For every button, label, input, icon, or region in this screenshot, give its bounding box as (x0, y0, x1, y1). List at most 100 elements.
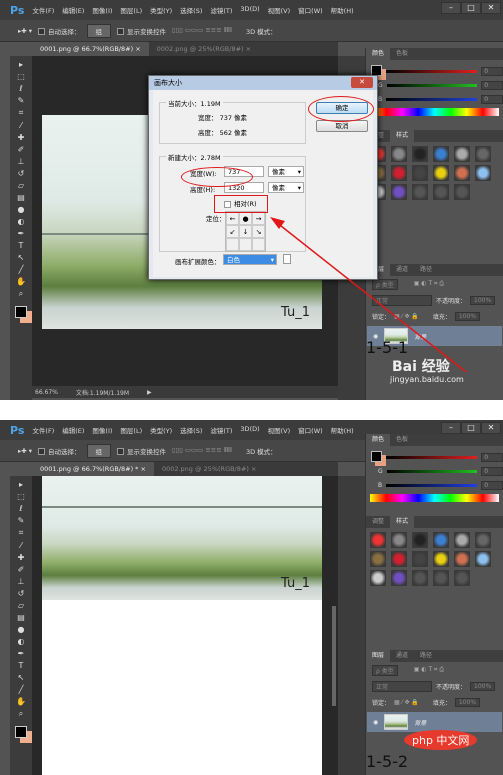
channel-value[interactable]: 0 (481, 466, 503, 476)
filter-icons[interactable]: ▣ ◐ T ⌗ ⎙ (414, 666, 444, 674)
pen-icon[interactable]: ✒ (18, 649, 25, 658)
style-swatch[interactable] (412, 551, 428, 567)
style-swatch[interactable] (391, 532, 407, 548)
foreground-color[interactable] (15, 726, 27, 738)
menu-item[interactable]: 图层(L) (120, 425, 142, 435)
style-swatch[interactable] (475, 532, 491, 548)
channel-value[interactable]: 0 (481, 452, 503, 462)
styles-grid (366, 528, 503, 590)
channel-slider[interactable] (386, 483, 478, 487)
type-icon[interactable]: T (19, 661, 24, 670)
tab-0001[interactable]: 0001.png @ 66.7%(RGB/8#) * × (32, 462, 154, 476)
color-spectrum[interactable] (370, 494, 499, 502)
style-swatch[interactable] (412, 532, 428, 548)
color-panel-tabs: 颜色 色板 (366, 434, 503, 446)
history-brush-icon[interactable]: ↺ (18, 589, 25, 598)
figure-caption: 1-5-2 (366, 752, 409, 771)
styles-panel-tabs: 调整 样式 (366, 516, 503, 528)
tab-0002[interactable]: 0002.png @ 25%(RGB/8#) × (154, 462, 264, 476)
style-swatch[interactable] (454, 570, 470, 586)
style-swatch[interactable] (391, 551, 407, 567)
style-swatch[interactable] (433, 532, 449, 548)
blend-mode-select[interactable]: 正常 (372, 680, 432, 692)
channel-slider[interactable] (386, 455, 478, 459)
mode3d-label: 3D 模式： (245, 447, 277, 456)
zoom-icon[interactable]: ⌕ (19, 709, 23, 719)
auto-select-checkbox[interactable]: 自动选择： (38, 446, 81, 456)
gradient-icon[interactable]: ▤ (17, 613, 25, 622)
style-swatch[interactable] (433, 551, 449, 567)
layer-thumbnail (384, 714, 409, 730)
close-button[interactable]: ✕ (481, 422, 501, 434)
menu-item[interactable]: 编辑(E) (62, 425, 84, 435)
figure-caption: 1-5-1 (366, 338, 409, 357)
lock-icons[interactable]: ▦ ⁄ ✥ 🔒 (394, 699, 419, 706)
minimize-button[interactable]: – (441, 422, 461, 434)
tab-label: 0002.png @ 25%(RGB/8#) (161, 465, 249, 473)
fill-input[interactable]: 100% (454, 697, 481, 707)
color-tab[interactable]: 颜色 (366, 434, 391, 446)
layer-background[interactable]: ◉ 背景 (367, 712, 502, 732)
channel-g: G0 (366, 464, 503, 478)
move-tool-icon[interactable]: ▸ (19, 480, 23, 489)
menu-item[interactable]: 选择(S) (180, 425, 202, 435)
path-select-icon[interactable]: ↖ (18, 673, 25, 682)
channel-value[interactable]: 0 (481, 480, 503, 490)
style-swatch[interactable] (454, 551, 470, 567)
marquee-icon[interactable]: ⬚ (17, 492, 25, 501)
layer-kind-select[interactable]: ρ 类型 (372, 664, 398, 676)
style-swatch[interactable] (391, 570, 407, 586)
annotation-arrow (270, 217, 467, 373)
layers-tab[interactable]: 通道 (390, 650, 414, 662)
menu-item[interactable]: 帮助(H) (331, 425, 354, 435)
vertical-scrollbar[interactable] (332, 606, 336, 706)
style-swatch[interactable] (454, 532, 470, 548)
menu-item[interactable]: 视图(V) (268, 425, 291, 435)
layers-tab[interactable]: 路径 (414, 650, 438, 662)
brush-icon[interactable]: ✐ (18, 565, 25, 574)
menu-item[interactable]: 滤镜(T) (210, 425, 232, 435)
styles-tab[interactable]: 样式 (390, 516, 415, 528)
style-swatch[interactable] (370, 570, 386, 586)
eye-icon[interactable]: ◉ (373, 719, 378, 726)
image-label: Tu_1 (281, 576, 310, 591)
dodge-icon[interactable]: ◐ (18, 637, 25, 646)
channel-b: B0 (366, 478, 503, 492)
auto-select-label: 自动选择： (48, 447, 81, 456)
crop-icon[interactable]: ⌗ (19, 528, 24, 538)
stamp-icon[interactable]: ⊥ (18, 577, 25, 586)
group-select[interactable]: 组 (86, 443, 112, 458)
menu-item[interactable]: 图像(I) (92, 425, 112, 435)
fg-bg-swatch[interactable] (371, 451, 382, 462)
opacity-input[interactable]: 100% (470, 681, 496, 691)
style-swatch[interactable] (370, 551, 386, 567)
color-tab[interactable]: 色板 (390, 434, 414, 446)
toolbar: ▸ ⬚ ℓ ✎ ⌗ ⁄ ✚ ✐ ⊥ ↺ ▱ ▤ ● ◐ ✒ T ↖ ╱ ✋ ⌕ (10, 476, 32, 775)
canvas-area[interactable]: Tu_1 (32, 476, 338, 775)
eyedropper-icon[interactable]: ⁄ (20, 541, 21, 550)
lasso-icon[interactable]: ℓ (19, 504, 22, 513)
line-icon[interactable]: ╱ (19, 685, 24, 694)
move-tool-icon[interactable]: ▸✚ ▾ (18, 447, 32, 455)
styles-tab[interactable]: 调整 (366, 516, 390, 528)
layers-tab[interactable]: 图层 (366, 650, 391, 662)
quick-select-icon[interactable]: ✎ (18, 516, 25, 525)
style-swatch[interactable] (412, 570, 428, 586)
eraser-icon[interactable]: ▱ (18, 601, 24, 610)
maximize-button[interactable]: □ (461, 422, 481, 434)
menu-item[interactable]: 文件(F) (32, 425, 54, 435)
hand-icon[interactable]: ✋ (16, 697, 26, 706)
healing-icon[interactable]: ✚ (18, 553, 25, 562)
blend-row: 正常 不透明度： 100% (366, 678, 503, 694)
channel-slider[interactable] (386, 469, 478, 473)
style-swatch[interactable] (475, 551, 491, 567)
blur-icon[interactable]: ● (18, 625, 25, 634)
style-swatch[interactable] (370, 532, 386, 548)
show-transform-checkbox[interactable]: 显示变换控件 (117, 446, 166, 456)
align-icons[interactable]: ▯▯▯ ▭▭▭ ≡≡≡ ⫴⫴⫴ (172, 446, 232, 455)
menu-item[interactable]: 窗口(W) (298, 425, 323, 435)
screenshot-1-5-2: Ps 文件(F) 编辑(E) 图像(I) 图层(L) 类型(Y) 选择(S) 滤镜(T) 3D… (0, 420, 503, 775)
menu-item[interactable]: 类型(Y) (150, 425, 172, 435)
style-swatch[interactable] (433, 570, 449, 586)
menu-item[interactable]: 3D(D) (240, 425, 259, 435)
